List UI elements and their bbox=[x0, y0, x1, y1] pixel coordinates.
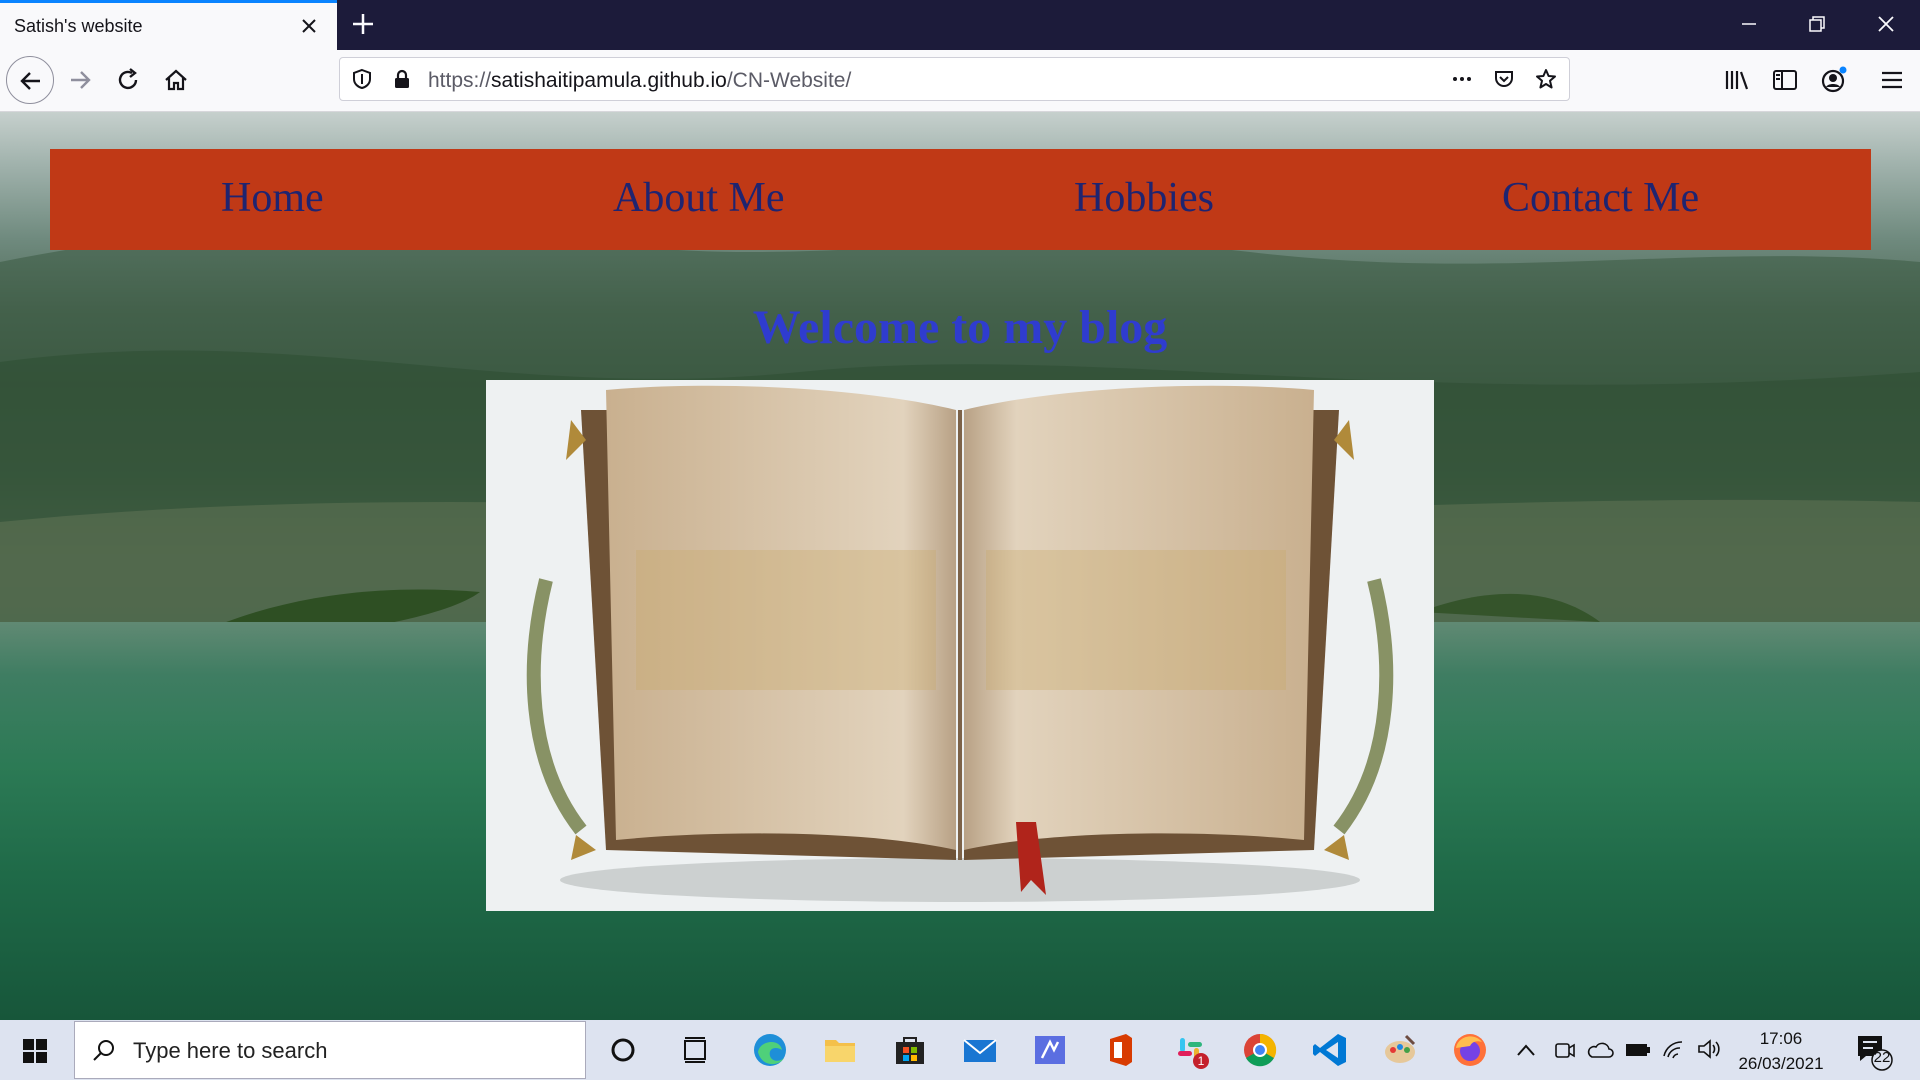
nav-home-link[interactable]: Home bbox=[221, 174, 324, 222]
reload-icon bbox=[118, 68, 138, 90]
search-icon bbox=[93, 1040, 114, 1061]
windows-taskbar: Type here to search 1 17:06 26/03/2021 2… bbox=[0, 1020, 1920, 1080]
nav-about-link[interactable]: About Me bbox=[613, 174, 785, 222]
browser-tab-bar: Satish's website bbox=[0, 0, 1920, 50]
mail-icon[interactable] bbox=[960, 1030, 1000, 1070]
minimize-icon[interactable] bbox=[1736, 11, 1762, 37]
close-tab-icon[interactable] bbox=[296, 13, 322, 39]
bookmark-star-icon[interactable] bbox=[1534, 67, 1558, 91]
notifications-button[interactable]: 22 bbox=[1852, 1030, 1894, 1072]
lock-icon[interactable] bbox=[390, 67, 414, 91]
web-page: Home About Me Hobbies Contact Me Welcome… bbox=[0, 112, 1920, 1020]
tab-title: Satish's website bbox=[14, 16, 143, 36]
slack-badge: 1 bbox=[1198, 1054, 1205, 1068]
sidebar-icon[interactable] bbox=[1770, 65, 1800, 95]
home-button[interactable] bbox=[152, 56, 200, 104]
url-prefix: https:// bbox=[428, 69, 492, 92]
home-icon bbox=[165, 69, 187, 91]
open-book-illustration bbox=[526, 385, 1394, 902]
volume-icon[interactable] bbox=[1696, 1037, 1722, 1061]
menu-icon[interactable] bbox=[1877, 65, 1907, 95]
url-text[interactable]: https://satishaitipamula.github.io/CN-We… bbox=[428, 69, 851, 93]
search-placeholder: Type here to search bbox=[133, 1038, 328, 1063]
file-explorer-icon[interactable] bbox=[820, 1030, 860, 1070]
office-icon[interactable] bbox=[1100, 1030, 1140, 1070]
onedrive-icon[interactable] bbox=[1586, 1038, 1614, 1062]
slack-icon[interactable]: 1 bbox=[1170, 1030, 1210, 1070]
chrome-icon[interactable] bbox=[1240, 1030, 1280, 1070]
site-navigation: Home About Me Hobbies Contact Me bbox=[50, 149, 1871, 250]
taskbar-search-box[interactable]: Type here to search bbox=[74, 1021, 586, 1079]
page-actions-icon[interactable] bbox=[1450, 67, 1474, 91]
back-arrow-icon bbox=[20, 72, 40, 90]
back-button[interactable] bbox=[6, 56, 54, 104]
url-path: /CN-Website/ bbox=[726, 69, 852, 92]
app-icon[interactable] bbox=[1030, 1030, 1070, 1070]
battery-icon[interactable] bbox=[1624, 1038, 1652, 1062]
forward-arrow-icon bbox=[71, 71, 91, 89]
browser-nav-bar: https://satishaitipamula.github.io/CN-We… bbox=[0, 50, 1920, 112]
account-icon[interactable] bbox=[1818, 64, 1850, 96]
browser-tab[interactable]: Satish's website bbox=[0, 0, 337, 50]
paint-icon[interactable] bbox=[1380, 1030, 1420, 1070]
url-domain: satishaitipamula.github.io bbox=[491, 69, 727, 92]
store-icon[interactable] bbox=[890, 1030, 930, 1070]
vscode-icon[interactable] bbox=[1310, 1030, 1350, 1070]
cortana-icon[interactable] bbox=[603, 1030, 643, 1070]
task-view-icon[interactable] bbox=[676, 1030, 716, 1070]
chevron-up-icon[interactable] bbox=[1514, 1040, 1538, 1060]
firefox-icon[interactable] bbox=[1450, 1030, 1490, 1070]
taskbar-clock[interactable]: 17:06 26/03/2021 bbox=[1726, 1026, 1836, 1076]
clock-time: 17:06 bbox=[1759, 1029, 1803, 1048]
address-bar[interactable]: https://satishaitipamula.github.io/CN-We… bbox=[339, 57, 1570, 101]
new-tab-icon[interactable] bbox=[349, 10, 377, 38]
book-image bbox=[486, 380, 1434, 911]
tracking-protection-icon[interactable] bbox=[350, 67, 374, 91]
meet-now-icon[interactable] bbox=[1553, 1038, 1577, 1062]
forward-button[interactable] bbox=[56, 56, 104, 104]
wifi-icon[interactable] bbox=[1660, 1036, 1688, 1062]
close-window-icon[interactable] bbox=[1873, 11, 1899, 37]
page-heading: Welcome to my blog bbox=[752, 301, 1168, 354]
pocket-icon[interactable] bbox=[1492, 67, 1516, 91]
nav-contact-link[interactable]: Contact Me bbox=[1502, 174, 1699, 222]
restore-icon[interactable] bbox=[1804, 11, 1830, 37]
notification-count: 22 bbox=[1873, 1049, 1891, 1066]
edge-icon[interactable] bbox=[750, 1030, 790, 1070]
library-icon[interactable] bbox=[1722, 65, 1752, 95]
windows-start-icon[interactable] bbox=[22, 1038, 48, 1064]
nav-hobbies-link[interactable]: Hobbies bbox=[1074, 174, 1214, 222]
reload-button[interactable] bbox=[104, 56, 152, 104]
clock-date: 26/03/2021 bbox=[1738, 1054, 1824, 1073]
